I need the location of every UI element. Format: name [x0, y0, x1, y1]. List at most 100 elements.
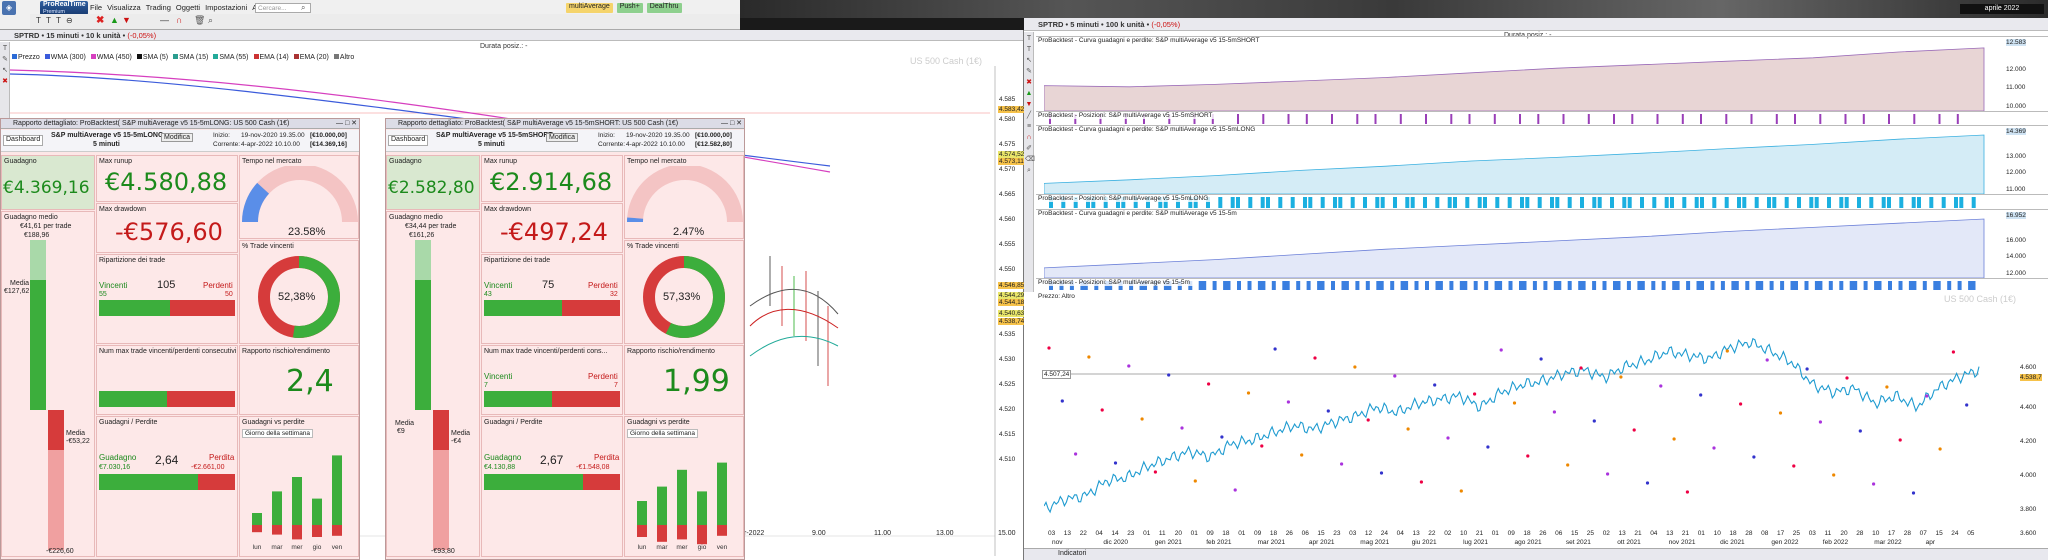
menu-item[interactable]: Visualizza	[107, 3, 141, 13]
day-tick-label: 03	[1349, 530, 1357, 537]
strategy-name: S&P multiAverage v5 15-5mSHORT	[436, 132, 553, 139]
position-mark	[1237, 281, 1241, 290]
price-tick-label: 4.573,11	[998, 158, 1025, 165]
trade-marker	[1286, 400, 1290, 404]
trade-marker	[1592, 419, 1596, 423]
max-drawdown-value: -€576,60	[115, 218, 223, 246]
position-mark	[1525, 197, 1530, 208]
strategy-timeframe: 5 minuti	[93, 141, 120, 148]
position-mark	[1562, 114, 1565, 124]
trade-marker	[1712, 446, 1716, 450]
position-mark	[1602, 281, 1607, 290]
brush-icon[interactable]: ✐	[1025, 144, 1033, 153]
backtest-panel: ProBacktest - Curva guadagni e perdite: …	[1036, 36, 2048, 111]
cursor-icon[interactable]: ↖	[1025, 56, 1033, 65]
text-tool-3-icon[interactable]: T	[56, 16, 61, 25]
position-mark	[1537, 114, 1540, 124]
workspace-tab[interactable]: Push+	[616, 3, 643, 13]
pen-icon[interactable]: ✎	[1, 55, 9, 64]
position-mark	[1626, 281, 1631, 290]
position-mark	[1375, 197, 1380, 208]
cursor-icon[interactable]: ↖	[1, 66, 9, 75]
zoom-out-icon[interactable]: ⊖	[66, 16, 73, 25]
indicator-legend-item[interactable]: SMA (5)	[136, 54, 168, 61]
fib-icon[interactable]: ≡	[1025, 122, 1033, 131]
zoom-icon[interactable]: ⌕	[208, 15, 213, 26]
text-tool-icon[interactable]: T	[36, 16, 41, 25]
dashboard-select[interactable]: Dashboard	[3, 135, 43, 146]
line-tool-icon[interactable]: —	[160, 15, 169, 25]
position-mark	[1720, 281, 1725, 290]
weekday-select[interactable]: Giorno della settimana	[242, 429, 314, 438]
position-mark	[1495, 197, 1500, 208]
price-axis: 4.600 4.538,7 4.400 4.200 4.000 3.800 3.600	[2020, 308, 2048, 538]
buy-arrow-icon[interactable]: ▲	[110, 15, 119, 25]
magnet-icon[interactable]: ∩	[176, 15, 182, 25]
position-mark	[1682, 197, 1687, 208]
avg-bottom-value: -€93,80	[431, 548, 455, 555]
line-icon[interactable]: ╱	[1025, 111, 1033, 120]
trade-marker	[1885, 385, 1889, 389]
indicator-legend-item[interactable]: SMA (55)	[213, 54, 249, 61]
sell-arrow-icon[interactable]: ▼	[122, 15, 131, 25]
position-mark	[1912, 281, 1917, 290]
position-mark	[1769, 281, 1774, 290]
indicator-legend-item[interactable]: SMA (15)	[173, 54, 208, 61]
panel-axis-label: 12.000	[2006, 65, 2026, 73]
day-tick-label: 18	[1222, 530, 1230, 537]
position-mark	[1631, 114, 1634, 124]
report-title: Rapporto dettagliato: ProBacktest( S&P m…	[1, 119, 359, 129]
indicators-button[interactable]: Indicatori	[1058, 550, 1086, 557]
position-mark	[1202, 281, 1207, 290]
report-window-controls[interactable]: — □ ✕	[721, 119, 742, 129]
weekday-select[interactable]: Giorno della settimana	[627, 429, 699, 438]
zoom-icon[interactable]: ⌕	[1025, 166, 1033, 175]
modify-button[interactable]: Modifica	[161, 133, 194, 142]
workspace-tab[interactable]: DealThru	[646, 3, 682, 13]
price-tick-label: 4.538,74	[998, 318, 1026, 325]
weekday-cell: Guadagni vs perdite Giorno della settiman…	[239, 416, 359, 557]
trash-icon[interactable]: 🗑	[194, 15, 205, 26]
dashboard-select[interactable]: Dashboard	[388, 135, 428, 146]
position-mark	[1947, 281, 1952, 290]
text-2-icon[interactable]: T	[1025, 45, 1033, 54]
menu-item[interactable]: File	[90, 3, 102, 13]
day-tick-label: 17	[1887, 530, 1896, 537]
report-window-controls[interactable]: — □ ✕	[336, 119, 357, 129]
modify-button[interactable]: Modifica	[546, 133, 579, 142]
workspace-tab[interactable]: multiAverage	[566, 3, 613, 13]
menu-item[interactable]: Impostazioni	[205, 3, 247, 13]
price-axis-label: 4.538,7	[2020, 374, 2042, 381]
position-mark	[1261, 281, 1266, 290]
trash-icon[interactable]: ⌫	[1025, 155, 1035, 164]
buy-icon[interactable]: ▲	[1025, 89, 1033, 98]
weekday-gain-bar	[697, 491, 707, 525]
indicator-legend-item[interactable]: EMA (20)	[293, 54, 329, 61]
close-icon[interactable]: ✖	[1025, 78, 1033, 87]
indicator-legend-item[interactable]: WMA (450)	[90, 54, 132, 61]
magnet-icon[interactable]: ∩	[1025, 133, 1033, 142]
indicator-legend-item[interactable]: Prezzo	[12, 54, 40, 61]
position-mark	[1248, 197, 1253, 208]
sell-icon[interactable]: ▼	[1025, 100, 1033, 109]
indicator-legend-item[interactable]: Altro	[333, 54, 354, 61]
text-tool-2-icon[interactable]: T	[46, 16, 51, 25]
pen-icon[interactable]: ✎	[1025, 67, 1033, 76]
app-logo[interactable]: ◈	[2, 1, 16, 15]
position-mark	[1498, 281, 1503, 290]
left-watermark: US 500 Cash (1€)	[910, 56, 983, 66]
indicator-legend-item[interactable]: EMA (14)	[253, 54, 289, 61]
trade-marker	[1246, 391, 1251, 395]
text-icon[interactable]: T	[1, 44, 9, 53]
cross-icon[interactable]: ✖	[1, 77, 9, 86]
close-positions-icon[interactable]: ✖	[96, 15, 104, 26]
price-axis-label: 4.600	[2020, 364, 2037, 371]
menu-item[interactable]: Oggetti	[176, 3, 200, 13]
text-icon[interactable]: T	[1025, 34, 1033, 43]
day-tick-label: 24	[1951, 530, 1959, 537]
backtest-panel: ProBacktest - Posizioni: S&P multiAverag…	[1036, 111, 2048, 125]
indicator-legend-item[interactable]: WMA (300)	[44, 54, 86, 61]
trade-marker	[1379, 471, 1384, 475]
menu-item[interactable]: Trading	[146, 3, 171, 13]
search-icon[interactable]: ⌕	[301, 3, 305, 13]
